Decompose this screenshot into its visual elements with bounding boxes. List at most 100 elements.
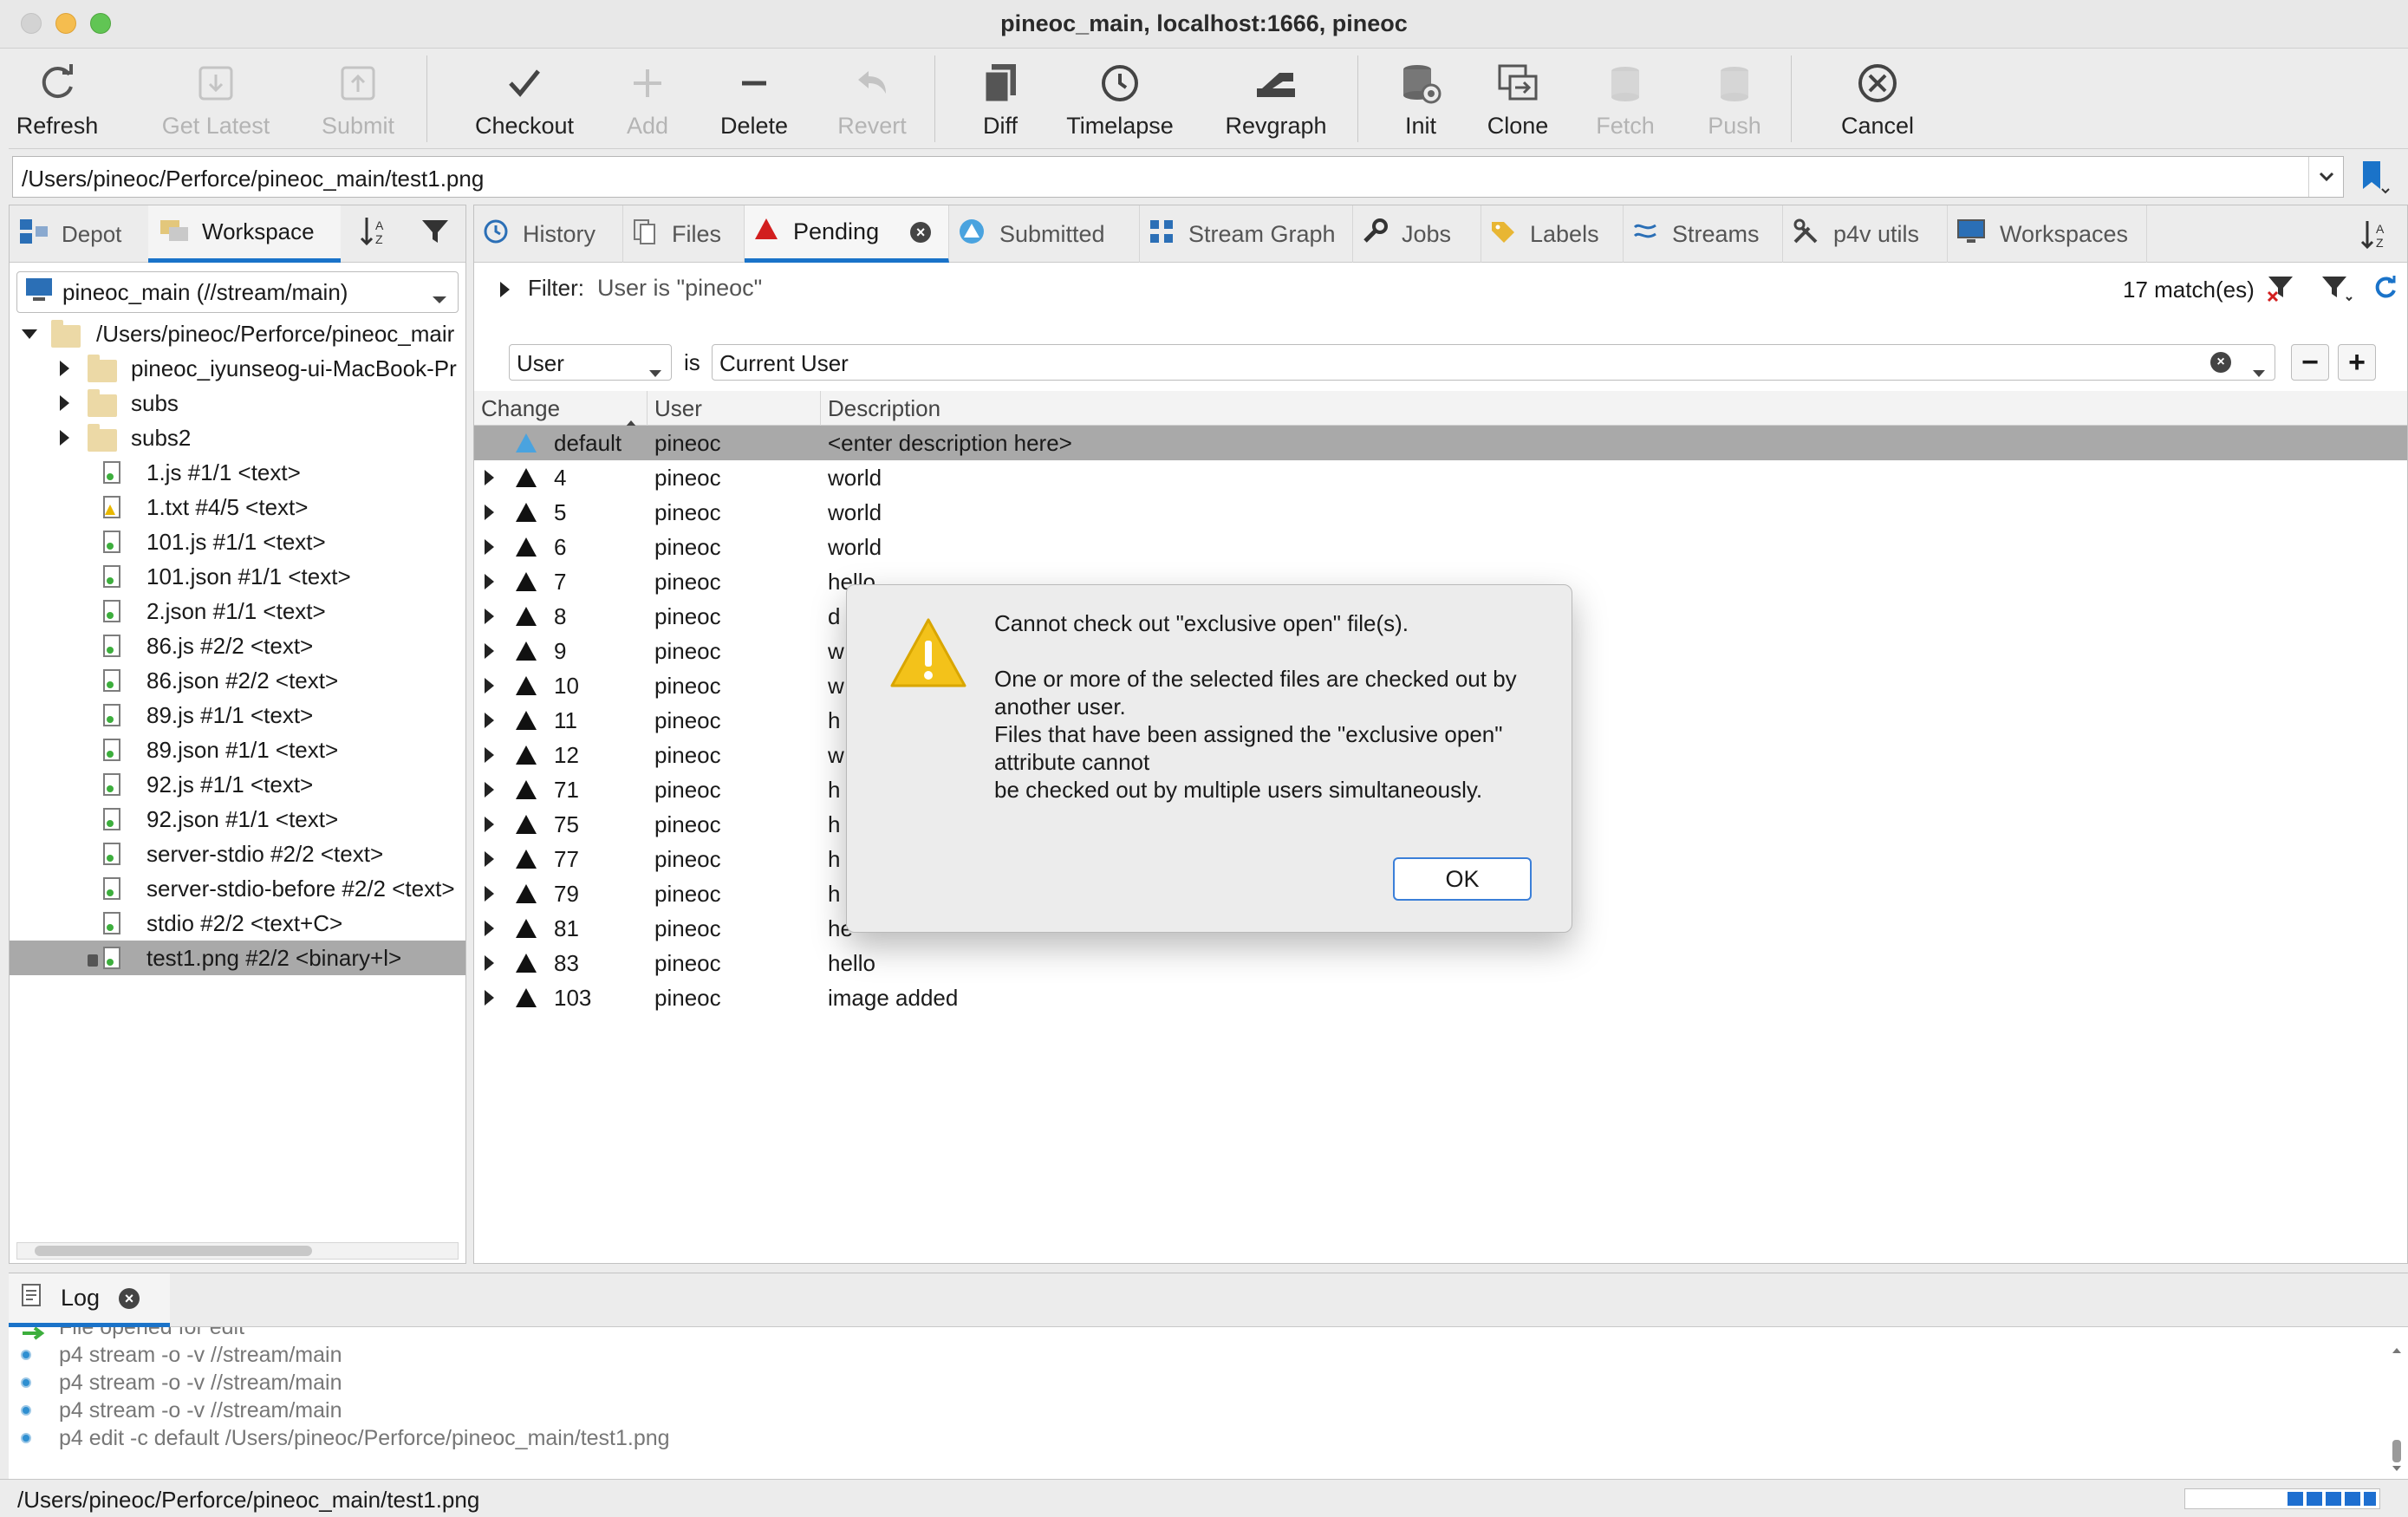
submit-button[interactable]: Submit bbox=[310, 49, 406, 149]
bookmark-icon[interactable] bbox=[2356, 160, 2391, 194]
expand-toggle[interactable] bbox=[485, 921, 494, 936]
expand-toggle[interactable] bbox=[485, 955, 494, 971]
clear-filter-icon[interactable] bbox=[2267, 275, 2296, 309]
ok-button[interactable]: OK bbox=[1393, 857, 1532, 901]
filter-value-field[interactable]: Current User × bbox=[712, 344, 2275, 381]
tree-file[interactable]: 1.txt #4/5 <text> bbox=[10, 490, 465, 524]
add-button[interactable]: Add bbox=[615, 49, 680, 149]
tab-streams[interactable]: Streams bbox=[1624, 205, 1783, 263]
path-field[interactable]: /Users/pineoc/Perforce/pineoc_main/test1… bbox=[12, 156, 2344, 198]
expand-toggle[interactable] bbox=[485, 643, 494, 659]
tree-file-selected[interactable]: test1.png #2/2 <binary+l> bbox=[10, 941, 465, 975]
table-row[interactable]: 5 pineoc world bbox=[474, 495, 2407, 530]
expand-toggle[interactable] bbox=[60, 395, 69, 411]
revert-button[interactable]: Revert bbox=[827, 49, 917, 149]
expand-toggle[interactable] bbox=[485, 470, 494, 485]
delete-button[interactable]: Delete bbox=[709, 49, 799, 149]
tab-workspace[interactable]: Workspace bbox=[148, 205, 341, 263]
workspace-select[interactable]: pineoc_main (//stream/main) bbox=[16, 271, 459, 313]
expand-toggle[interactable] bbox=[485, 713, 494, 728]
tree-file[interactable]: 2.json #1/1 <text> bbox=[10, 594, 465, 628]
tree-file[interactable]: stdio #2/2 <text+C> bbox=[10, 906, 465, 941]
tree-folder[interactable]: subs bbox=[10, 386, 465, 420]
add-criteria-button[interactable]: + bbox=[2338, 344, 2376, 381]
revgraph-button[interactable]: Revgraph bbox=[1215, 49, 1337, 149]
tree-file[interactable]: server-stdio #2/2 <text> bbox=[10, 837, 465, 871]
column-user[interactable]: User bbox=[648, 391, 821, 426]
sort-button[interactable]: AZ bbox=[353, 205, 401, 263]
path-dropdown-button[interactable] bbox=[2308, 157, 2343, 197]
tree-file[interactable]: 89.json #1/1 <text> bbox=[10, 732, 465, 767]
expand-toggle[interactable] bbox=[485, 851, 494, 867]
remove-criteria-button[interactable]: − bbox=[2291, 344, 2329, 381]
expand-toggle[interactable] bbox=[485, 574, 494, 589]
refresh-button[interactable]: Refresh bbox=[14, 49, 101, 149]
expand-toggle[interactable] bbox=[485, 782, 494, 798]
column-change[interactable]: Change bbox=[474, 391, 648, 427]
fetch-button[interactable]: Fetch bbox=[1586, 49, 1664, 149]
filter-field-select[interactable]: User bbox=[509, 344, 672, 381]
tab-history[interactable]: History bbox=[474, 205, 623, 263]
tab-jobs[interactable]: Jobs bbox=[1353, 205, 1481, 263]
tree-file[interactable]: 1.js #1/1 <text> bbox=[10, 455, 465, 490]
tab-pending[interactable]: Pending × bbox=[745, 205, 949, 263]
expand-toggle[interactable] bbox=[485, 609, 494, 624]
expand-toggle[interactable] bbox=[485, 539, 494, 555]
tree-file[interactable]: server-stdio-before #2/2 <text> bbox=[10, 871, 465, 906]
tree-file[interactable]: 92.js #1/1 <text> bbox=[10, 767, 465, 802]
clone-button[interactable]: Clone bbox=[1479, 49, 1557, 149]
tab-p4v-utils[interactable]: p4v utils bbox=[1783, 205, 1948, 263]
horizontal-scrollbar[interactable] bbox=[16, 1242, 459, 1260]
close-icon[interactable]: × bbox=[119, 1287, 140, 1309]
tab-log[interactable]: Log × bbox=[9, 1273, 170, 1327]
tab-depot[interactable]: Depot bbox=[15, 205, 145, 263]
expand-toggle[interactable] bbox=[485, 817, 494, 832]
tab-files[interactable]: Files bbox=[623, 205, 745, 263]
expand-toggle[interactable] bbox=[485, 747, 494, 763]
table-row[interactable]: 4 pineoc world bbox=[474, 460, 2407, 495]
tab-stream-graph[interactable]: Stream Graph bbox=[1140, 205, 1353, 263]
table-row[interactable]: 103 pineoc image added bbox=[474, 980, 2407, 1015]
scrollbar-thumb[interactable] bbox=[35, 1246, 312, 1256]
tree-file[interactable]: 86.js #2/2 <text> bbox=[10, 628, 465, 663]
init-button[interactable]: Init bbox=[1390, 49, 1451, 149]
get-latest-button[interactable]: Get Latest bbox=[153, 49, 279, 149]
close-icon[interactable]: × bbox=[910, 221, 932, 243]
diff-button[interactable]: Diff bbox=[967, 49, 1033, 149]
expand-toggle[interactable] bbox=[485, 990, 494, 1006]
clear-value-icon[interactable]: × bbox=[2210, 352, 2231, 373]
push-button[interactable]: Push bbox=[1695, 49, 1773, 149]
expand-toggle[interactable] bbox=[60, 361, 69, 376]
filter-options-icon[interactable] bbox=[2320, 275, 2353, 309]
tree-folder[interactable]: pineoc_iyunseog-ui-MacBook-Pr bbox=[10, 351, 465, 386]
table-row[interactable]: default pineoc <enter description here> bbox=[474, 426, 2407, 460]
vertical-scrollbar[interactable] bbox=[2389, 1344, 2405, 1475]
tree-folder[interactable]: subs2 bbox=[10, 420, 465, 455]
table-row[interactable]: 6 pineoc world bbox=[474, 530, 2407, 564]
tree-file[interactable]: 101.json #1/1 <text> bbox=[10, 559, 465, 594]
filter-expand-toggle[interactable] bbox=[500, 282, 510, 297]
tree-file[interactable]: 89.js #1/1 <text> bbox=[10, 698, 465, 732]
expand-toggle[interactable] bbox=[485, 886, 494, 902]
tree-file[interactable]: 101.js #1/1 <text> bbox=[10, 524, 465, 559]
expand-toggle[interactable] bbox=[485, 505, 494, 520]
tab-labels[interactable]: Labels bbox=[1481, 205, 1624, 263]
sort-icon[interactable]: AZ bbox=[2359, 218, 2397, 258]
progress-segment bbox=[2307, 1492, 2322, 1506]
chevron-down-icon[interactable] bbox=[2252, 357, 2266, 384]
checkout-button[interactable]: Checkout bbox=[461, 49, 588, 149]
tree-root[interactable]: /Users/pineoc/Perforce/pineoc_mair bbox=[10, 316, 465, 351]
column-description[interactable]: Description bbox=[821, 391, 2407, 426]
refresh-filter-icon[interactable] bbox=[2372, 275, 2398, 307]
tab-submitted[interactable]: Submitted bbox=[949, 205, 1140, 263]
expand-toggle[interactable] bbox=[60, 430, 69, 446]
table-row[interactable]: 83 pineoc hello bbox=[474, 946, 2407, 980]
timelapse-button[interactable]: Timelapse bbox=[1059, 49, 1181, 149]
tree-file[interactable]: 92.json #1/1 <text> bbox=[10, 802, 465, 837]
filter-button[interactable] bbox=[413, 205, 457, 263]
tree-file[interactable]: 86.json #2/2 <text> bbox=[10, 663, 465, 698]
cancel-button[interactable]: Cancel bbox=[1827, 49, 1928, 149]
tab-workspaces[interactable]: Workspaces bbox=[1948, 205, 2147, 263]
expand-toggle[interactable] bbox=[485, 678, 494, 693]
expand-toggle[interactable] bbox=[22, 329, 37, 339]
